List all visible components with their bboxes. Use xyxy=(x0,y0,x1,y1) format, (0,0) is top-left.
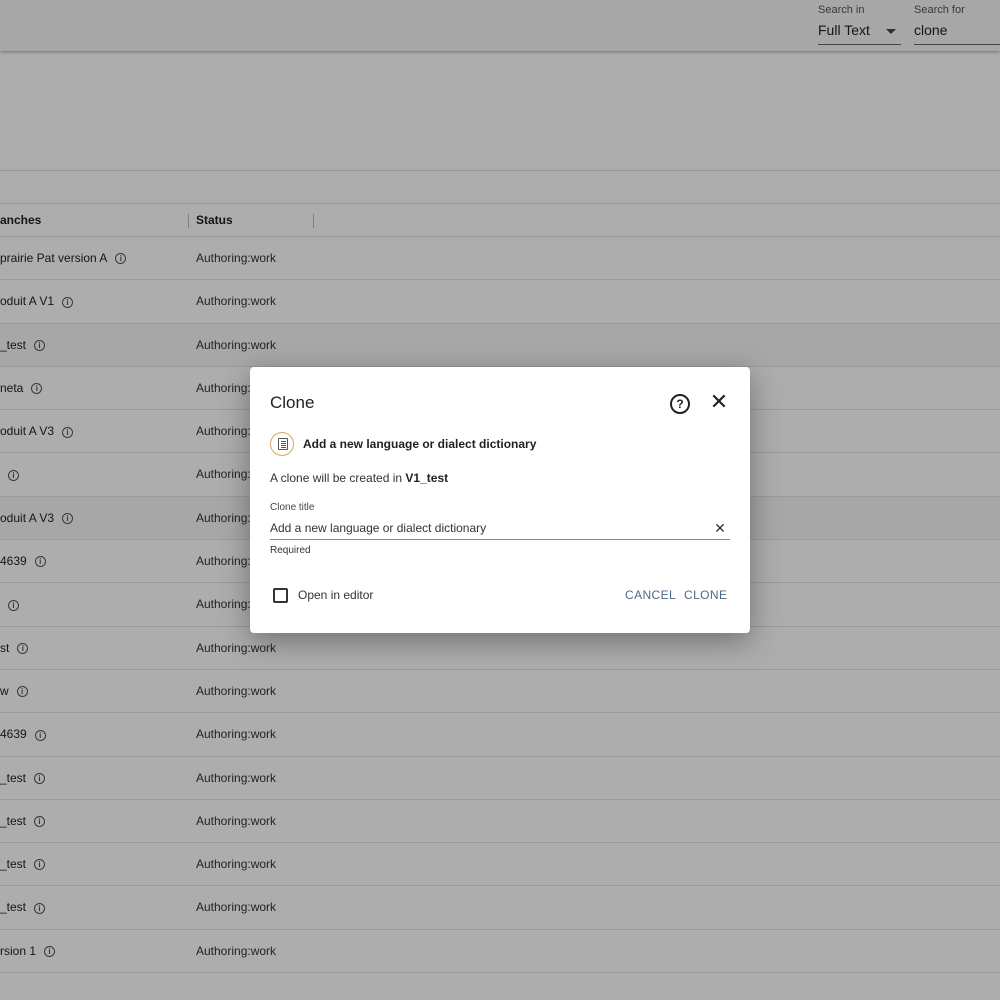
page: Search in Full Text Search for clone anc… xyxy=(0,0,1000,1000)
clear-icon[interactable]: ✕ xyxy=(712,520,728,536)
open-in-editor-label[interactable]: Open in editor xyxy=(298,588,373,602)
document-sheet xyxy=(278,438,288,450)
close-icon[interactable]: ✕ xyxy=(708,391,730,413)
clone-title-input[interactable] xyxy=(270,516,730,540)
open-in-editor-checkbox[interactable] xyxy=(273,588,288,603)
document-line xyxy=(281,443,286,444)
clone-title-field: Clone title ✕ Required xyxy=(270,502,730,556)
clone-button[interactable]: CLONE xyxy=(684,588,727,602)
clone-info-prefix: A clone will be created in xyxy=(270,471,403,485)
clone-dialog: Clone ? ✕ Add a new language or dialect … xyxy=(250,367,750,633)
document-line xyxy=(281,441,286,442)
document-line xyxy=(281,447,286,448)
required-hint: Required xyxy=(270,545,311,556)
clone-target-info: A clone will be created in V1_test xyxy=(270,471,448,485)
source-item-name: Add a new language or dialect dictionary xyxy=(303,437,537,451)
document-line xyxy=(281,445,286,446)
cancel-button[interactable]: CANCEL xyxy=(625,588,676,602)
dialog-title: Clone xyxy=(270,393,315,412)
clone-target-branch: V1_test xyxy=(405,471,449,485)
document-icon xyxy=(270,432,294,456)
help-icon[interactable]: ? xyxy=(670,394,690,414)
clone-title-label: Clone title xyxy=(270,502,315,513)
